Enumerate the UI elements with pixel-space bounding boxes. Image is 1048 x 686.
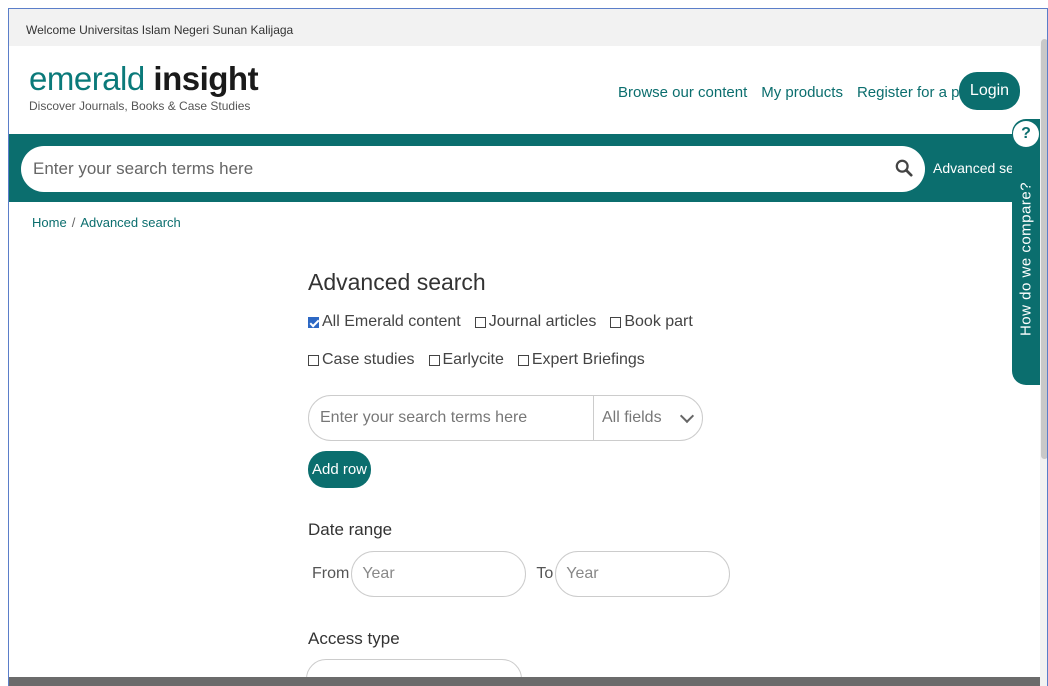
vertical-scrollbar[interactable]	[1040, 9, 1047, 686]
type-label: Book part	[624, 313, 693, 330]
global-search-box	[21, 146, 925, 192]
field-select[interactable]: All fields	[594, 408, 702, 427]
site-logo[interactable]: emerald insight Discover Journals, Books…	[29, 60, 259, 114]
breadcrumb-separator: /	[71, 215, 76, 230]
login-button[interactable]: Login	[959, 72, 1020, 110]
content-type-row-1: All Emerald content Journal articles Boo…	[308, 313, 707, 331]
browser-viewport: Welcome Universitas Islam Negeri Sunan K…	[8, 8, 1048, 686]
checkbox-case-studies[interactable]	[308, 354, 319, 366]
logo-wordmark: emerald insight	[29, 60, 259, 97]
field-select-value: All fields	[602, 409, 662, 426]
query-row: Enter your search terms here All fields	[308, 395, 703, 441]
to-label: To	[536, 565, 554, 582]
breadcrumb-home[interactable]: Home	[32, 215, 67, 230]
access-type-label: Access type	[308, 629, 400, 648]
year-from-input[interactable]: Year	[351, 551, 527, 597]
logo-word-bold: insight	[153, 60, 259, 97]
type-label: All Emerald content	[322, 313, 461, 330]
date-range-row: From Year To Year	[312, 551, 731, 597]
type-all-emerald-content[interactable]: All Emerald content	[308, 313, 461, 331]
type-journal-articles[interactable]: Journal articles	[474, 313, 597, 331]
chevron-down-icon	[679, 408, 695, 423]
checkbox-book-part[interactable]	[610, 316, 622, 328]
page-title: Advanced search	[308, 269, 486, 295]
logo-tagline: Discover Journals, Books & Case Studies	[29, 99, 251, 113]
checkbox-expert-briefings[interactable]	[517, 354, 529, 366]
type-label: Expert Briefings	[531, 351, 645, 368]
breadcrumb: Home / Advanced search	[32, 215, 181, 230]
question-icon: ?	[1013, 121, 1039, 147]
type-case-studies[interactable]: Case studies	[308, 351, 415, 369]
type-earlycite[interactable]: Earlycite	[428, 351, 504, 369]
type-label: Earlycite	[442, 351, 504, 368]
checkbox-earlycite[interactable]	[428, 354, 440, 366]
content-type-row-2: Case studies Earlycite Expert Briefings	[308, 351, 659, 369]
type-label: Journal articles	[488, 313, 597, 330]
type-label: Case studies	[322, 351, 415, 368]
breadcrumb-current[interactable]: Advanced search	[80, 215, 180, 230]
bottom-bar	[9, 677, 1040, 686]
type-book-part[interactable]: Book part	[610, 313, 693, 331]
search-icon[interactable]	[895, 159, 913, 177]
welcome-text: Welcome Universitas Islam Negeri Sunan K…	[26, 23, 294, 37]
search-band: Advanced search	[9, 134, 1047, 202]
nav-browse-link[interactable]: Browse our content	[618, 84, 747, 101]
year-to-input[interactable]: Year	[555, 551, 731, 597]
checkbox-all-emerald[interactable]	[308, 316, 319, 328]
welcome-bar: Welcome Universitas Islam Negeri Sunan K…	[9, 9, 1047, 46]
type-expert-briefings[interactable]: Expert Briefings	[517, 351, 645, 369]
query-input[interactable]: Enter your search terms here	[309, 396, 594, 440]
top-nav: Browse our content My products Register …	[618, 84, 1006, 101]
how-do-we-compare-tab[interactable]: ? How do we compare?	[1012, 119, 1040, 385]
side-tab-label: How do we compare?	[1017, 181, 1035, 337]
nav-products-link[interactable]: My products	[761, 84, 843, 101]
checkbox-journal-articles[interactable]	[474, 316, 486, 328]
global-search-input[interactable]	[33, 159, 883, 179]
logo-word-light: emerald	[29, 60, 145, 97]
from-label: From	[312, 565, 350, 582]
scrollbar-thumb[interactable]	[1041, 39, 1047, 459]
date-range-label: Date range	[308, 520, 393, 539]
add-row-button[interactable]: Add row	[308, 451, 371, 488]
